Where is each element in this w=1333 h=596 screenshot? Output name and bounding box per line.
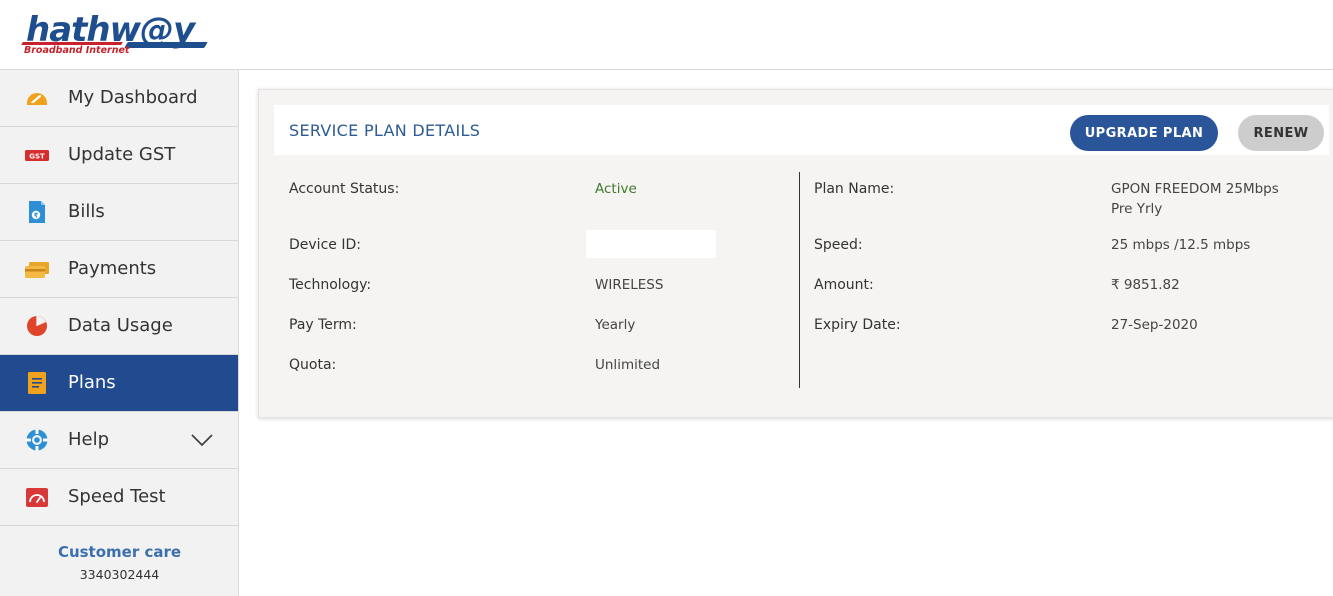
plan-document-icon bbox=[28, 372, 46, 394]
amount-label: Amount: bbox=[814, 277, 874, 293]
speed-value: 25 mbps /12.5 mbps bbox=[1111, 237, 1251, 253]
sidebar-item-bills[interactable]: ₹ Bills bbox=[0, 184, 238, 241]
device-id-label: Device ID: bbox=[289, 237, 361, 253]
pay-term-label: Pay Term: bbox=[289, 317, 357, 333]
speed-label: Speed: bbox=[814, 237, 863, 253]
device-id-value-masked bbox=[586, 230, 716, 258]
dashboard-gauge-icon bbox=[27, 93, 47, 105]
sidebar-item-label: Help bbox=[68, 429, 110, 450]
sidebar-item-label: My Dashboard bbox=[68, 87, 198, 108]
page-title: SERVICE PLAN DETAILS bbox=[289, 121, 481, 140]
chevron-down-icon[interactable] bbox=[190, 431, 214, 449]
account-status-label: Account Status: bbox=[289, 181, 400, 197]
customer-care-number[interactable]: 3340302444 bbox=[0, 566, 239, 584]
customer-care: Customer care 3340302444 bbox=[0, 542, 239, 584]
sidebar-item-data-usage[interactable]: Data Usage bbox=[0, 298, 238, 355]
lifebuoy-icon bbox=[26, 429, 48, 451]
speedometer-icon bbox=[26, 488, 48, 507]
sidebar-item-label: Plans bbox=[68, 372, 116, 393]
logo-wordmark: hathw@y bbox=[26, 10, 195, 50]
pie-chart-icon bbox=[27, 316, 47, 336]
account-status-value: Active bbox=[595, 181, 637, 197]
sidebar-item-speed-test[interactable]: Speed Test bbox=[0, 469, 238, 526]
sidebar-item-payments[interactable]: Payments bbox=[0, 241, 238, 298]
customer-care-title: Customer care bbox=[57, 543, 182, 561]
sidebar-item-label: Speed Test bbox=[68, 486, 166, 507]
expiry-date-label: Expiry Date: bbox=[814, 317, 901, 333]
plan-name-label: Plan Name: bbox=[814, 181, 895, 197]
renew-button[interactable]: RENEW bbox=[1238, 115, 1324, 151]
svg-text:₹: ₹ bbox=[34, 212, 39, 220]
quota-value: Unlimited bbox=[595, 357, 661, 373]
credit-cards-icon bbox=[25, 262, 49, 278]
sidebar-item-plans[interactable]: Plans bbox=[0, 355, 238, 412]
sidebar-item-label: Bills bbox=[68, 201, 105, 222]
plan-name-value-line2: Pre Yrly bbox=[1111, 201, 1163, 217]
hathway-logo[interactable]: hathw@y Broadband Internet bbox=[21, 10, 212, 58]
upgrade-plan-button[interactable]: UPGRADE PLAN bbox=[1070, 115, 1218, 151]
service-plan-card: SERVICE PLAN DETAILS UPGRADE PLAN RENEW … bbox=[258, 89, 1333, 418]
logo-tagline: Broadband Internet bbox=[24, 45, 130, 56]
quota-label: Quota: bbox=[289, 357, 337, 373]
sidebar-item-help[interactable]: Help bbox=[0, 412, 238, 469]
sidebar-item-my-dashboard[interactable]: My Dashboard bbox=[0, 70, 238, 127]
technology-value: WIRELESS bbox=[595, 277, 664, 293]
sidebar-item-label: Data Usage bbox=[68, 315, 173, 336]
pay-term-value: Yearly bbox=[595, 317, 636, 333]
gst-badge-text: GST bbox=[29, 153, 45, 161]
expiry-date-value: 27-Sep-2020 bbox=[1111, 317, 1198, 333]
top-header: hathw@y Broadband Internet bbox=[0, 0, 1333, 70]
column-divider bbox=[799, 172, 800, 388]
sidebar-item-label: Payments bbox=[68, 258, 157, 279]
bill-document-icon: ₹ bbox=[29, 201, 45, 223]
sidebar-item-update-gst[interactable]: GST Update GST bbox=[0, 127, 238, 184]
amount-value: ₹ 9851.82 bbox=[1111, 277, 1180, 293]
technology-label: Technology: bbox=[289, 277, 372, 293]
sidebar: My Dashboard GST Update GST ₹ Bills Paym… bbox=[0, 70, 239, 596]
service-plan-header: SERVICE PLAN DETAILS UPGRADE PLAN RENEW bbox=[274, 105, 1329, 155]
plan-name-value-line1: GPON FREEDOM 25Mbps bbox=[1111, 181, 1279, 197]
sidebar-item-label: Update GST bbox=[68, 144, 176, 165]
gst-badge-icon: GST bbox=[25, 150, 49, 161]
